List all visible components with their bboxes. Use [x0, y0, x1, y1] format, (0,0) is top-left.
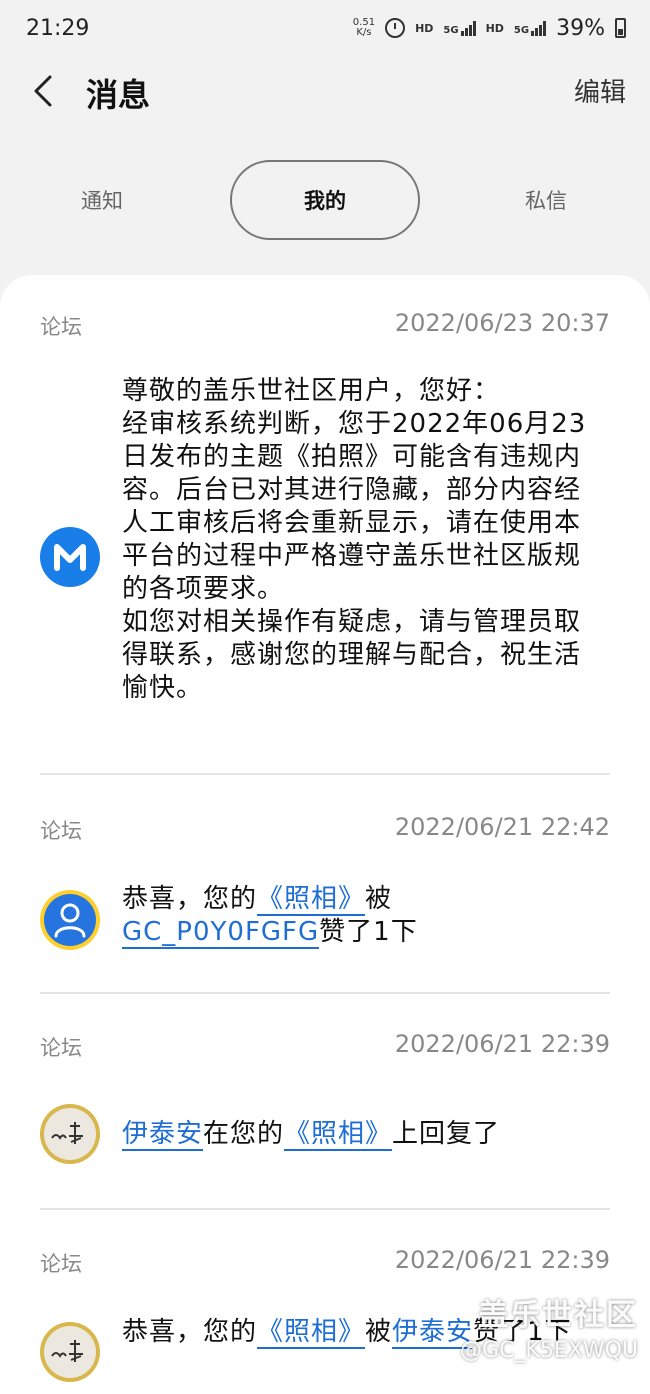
alarm-icon [385, 18, 406, 38]
divider [40, 1208, 610, 1210]
tab-notifications[interactable]: 通知 [32, 160, 172, 240]
m-logo-icon [40, 527, 100, 587]
watermark: 盖乐世社区 @GC_K5EXWQU [460, 1290, 638, 1363]
app-header: 消息 编辑 [0, 56, 650, 126]
message-time: 2022/06/21 22:42 [394, 813, 610, 841]
tab-private-messages[interactable]: 私信 [476, 160, 616, 240]
page-title: 消息 [86, 76, 151, 114]
message-time: 2022/06/23 20:37 [394, 309, 610, 337]
network-speed: 0.51 K/s [352, 17, 376, 38]
photo-avatar [40, 1104, 100, 1164]
post-link[interactable]: 《照相》 [257, 884, 366, 916]
message-category: 论坛 [40, 819, 82, 843]
divider [40, 992, 610, 994]
message-time: 2022/06/21 22:39 [394, 1030, 610, 1058]
message-category: 论坛 [40, 1252, 82, 1276]
status-time: 21:29 [26, 15, 90, 41]
user-icon [40, 890, 100, 950]
message-body: 伊泰安在您的《照相》上回复了 [122, 1119, 501, 1151]
message-time: 2022/06/21 22:39 [394, 1246, 610, 1274]
watermark-brand: 盖乐世社区 [478, 1298, 638, 1333]
message-body: 恭喜，您的《照相》被 GC_P0Y0FGFG赞了1下 [122, 884, 418, 949]
signal-icon-1: 5G [443, 20, 476, 36]
hd-label-1: HD [415, 21, 434, 35]
photo-avatar [40, 1322, 100, 1382]
post-link[interactable]: 《照相》 [284, 1119, 393, 1151]
battery-icon [615, 18, 626, 38]
battery-percent: 39% [556, 15, 605, 41]
tab-mine[interactable]: 我的 [230, 160, 420, 240]
divider [40, 773, 610, 775]
message-tabs: 通知 我的 私信 [0, 160, 650, 242]
hd-label-2: HD [485, 21, 504, 35]
message-category: 论坛 [40, 1036, 82, 1060]
message-list: 论坛 2022/06/23 20:37 尊敬的盖乐世社区用户，您好： 经审核系统… [0, 275, 650, 1394]
post-link[interactable]: 《照相》 [257, 1317, 366, 1349]
message-body: 尊敬的盖乐世社区用户，您好： 经审核系统判断，您于2022年06月23日发布的主… [122, 376, 587, 703]
back-arrow-icon[interactable] [30, 74, 60, 108]
status-bar: 21:29 0.51 K/s HD 5G HD 5G 39% [0, 0, 650, 56]
message-category: 论坛 [40, 315, 82, 339]
user-link[interactable]: 伊泰安 [122, 1119, 204, 1151]
user-link[interactable]: GC_P0Y0FGFG [122, 917, 320, 949]
watermark-user: @GC_K5EXWQU [460, 1338, 638, 1363]
signal-icon-2: 5G [514, 20, 547, 36]
edit-button[interactable]: 编辑 [574, 72, 626, 109]
status-indicators: 0.51 K/s HD 5G HD 5G 39% [353, 16, 626, 41]
